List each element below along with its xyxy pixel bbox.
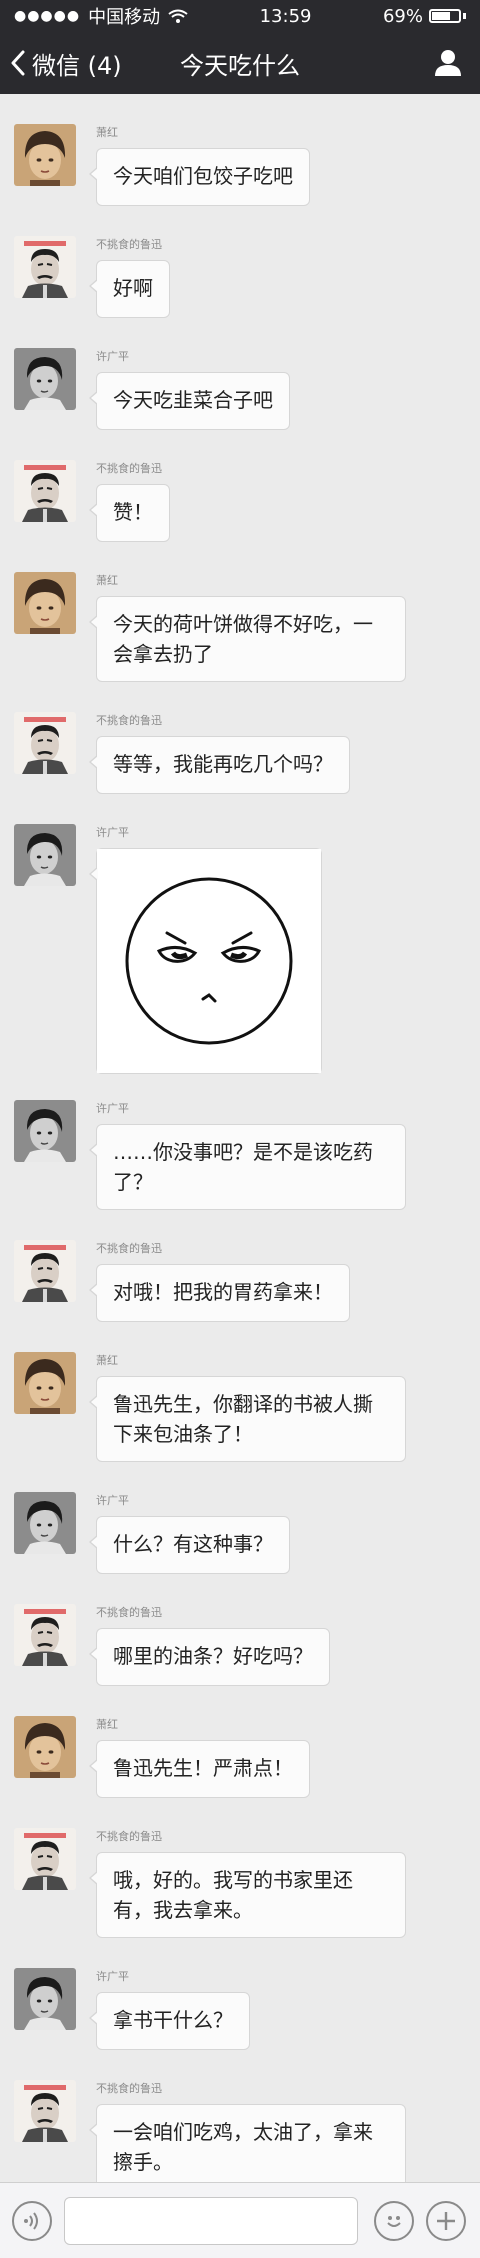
- avatar-xiaohong[interactable]: [14, 572, 76, 634]
- avatar-luxun[interactable]: [14, 2080, 76, 2142]
- sender-name: 不挑食的鲁迅: [96, 238, 162, 251]
- avatar-luxun[interactable]: [14, 236, 76, 298]
- sender-name: 许广平: [96, 350, 129, 363]
- avatar-xiaohong[interactable]: [14, 124, 76, 186]
- message-row: 不挑食的鲁迅 哪里的油条？好吃吗？: [0, 1574, 480, 1686]
- message-bubble[interactable]: 对哦！把我的胃药拿来！: [89, 1264, 350, 1322]
- sender-name: 不挑食的鲁迅: [96, 1830, 162, 1843]
- message-bubble[interactable]: 一会咱们吃鸡，太油了，拿来擦手。: [89, 2104, 406, 2190]
- emoji-button[interactable]: [374, 2201, 414, 2241]
- message-row: 不挑食的鲁迅 好啊: [0, 206, 480, 318]
- sender-name: 不挑食的鲁迅: [96, 1242, 162, 1255]
- message-bubble[interactable]: 什么？有这种事？: [89, 1516, 290, 1574]
- signal-strength-icon: ●●●●●: [14, 8, 81, 24]
- battery-tip: [462, 13, 466, 19]
- message-row: 许广平 拿书干什么？: [0, 1938, 480, 2050]
- avatar-xuguangping[interactable]: [14, 824, 76, 886]
- annoyed-face-sticker: [97, 849, 321, 1073]
- plus-icon: [437, 2212, 455, 2230]
- avatar-xuguangping[interactable]: [14, 1968, 76, 2030]
- nav-bar: 微信 (4) 今天吃什么: [0, 32, 480, 94]
- sender-name: 许广平: [96, 1970, 129, 1983]
- avatar-xuguangping[interactable]: [14, 1492, 76, 1554]
- sender-name: 许广平: [96, 826, 129, 839]
- sender-name: 不挑食的鲁迅: [96, 714, 162, 727]
- message-row: 许广平 ……你没事吧？是不是该吃药了？: [0, 1070, 480, 1210]
- battery-icon: [428, 9, 461, 23]
- avatar-luxun[interactable]: [14, 712, 76, 774]
- carrier-label: 中国移动: [88, 7, 161, 28]
- message-row: 不挑食的鲁迅 对哦！把我的胃药拿来！: [0, 1210, 480, 1322]
- sender-name: 不挑食的鲁迅: [96, 1606, 162, 1619]
- avatar-luxun[interactable]: [14, 460, 76, 522]
- avatar-xiaohong[interactable]: [14, 1352, 76, 1414]
- chevron-left-icon: [11, 50, 25, 76]
- message-row: 许广平: [0, 794, 480, 1074]
- message-row: 萧红 今天咱们包饺子吃吧: [0, 94, 480, 206]
- message-row: 不挑食的鲁迅 等等，我能再吃几个吗？: [0, 682, 480, 794]
- battery-percent: 69%: [382, 5, 423, 27]
- back-button[interactable]: 微信 (4): [0, 46, 122, 81]
- sender-name: 萧红: [96, 1718, 118, 1731]
- voice-icon: [24, 2212, 38, 2230]
- message-bubble[interactable]: 赞！: [89, 484, 170, 542]
- message-row: 不挑食的鲁迅 哦，好的。我写的书家里还有，我去拿来。: [0, 1798, 480, 1938]
- back-label: 微信 (4): [32, 51, 122, 80]
- sender-name: 萧红: [96, 1354, 118, 1367]
- message-bubble[interactable]: 今天的荷叶饼做得不好吃，一会拿去扔了: [89, 596, 406, 682]
- message-bubble[interactable]: 哪里的油条？好吃吗？: [89, 1628, 330, 1686]
- message-row: 萧红 鲁迅先生，你翻译的书被人撕下来包油条了！: [0, 1322, 480, 1462]
- sender-name: 许广平: [96, 1494, 129, 1507]
- clock: 13:59: [259, 5, 312, 27]
- message-bubble[interactable]: ……你没事吧？是不是该吃药了？: [89, 1124, 406, 1210]
- avatar-luxun[interactable]: [14, 1828, 76, 1890]
- emoji-icon: [387, 2216, 401, 2227]
- sender-name: 萧红: [96, 126, 118, 139]
- sticker-bubble[interactable]: [89, 848, 322, 1074]
- wifi-icon: [168, 9, 188, 23]
- message-row: 不挑食的鲁迅 赞！: [0, 430, 480, 542]
- sender-name: 不挑食的鲁迅: [96, 462, 162, 475]
- avatar-luxun[interactable]: [14, 1604, 76, 1666]
- top-bar: ●●●●● 中国移动 13:59 69% 微信 (4) 今天吃什么: [0, 0, 480, 94]
- avatar-xuguangping[interactable]: [14, 348, 76, 410]
- avatar-xuguangping[interactable]: [14, 1100, 76, 1162]
- message-bubble[interactable]: 拿书干什么？: [89, 1992, 250, 2050]
- message-row: 萧红 今天的荷叶饼做得不好吃，一会拿去扔了: [0, 542, 480, 682]
- message-bubble[interactable]: 鲁迅先生！严肃点！: [89, 1740, 310, 1798]
- avatar-luxun[interactable]: [14, 1240, 76, 1302]
- message-bubble[interactable]: 哦，好的。我写的书家里还有，我去拿来。: [89, 1852, 406, 1938]
- status-bar: ●●●●● 中国移动 13:59 69%: [0, 0, 480, 32]
- message-bubble[interactable]: 今天吃韭菜合子吧: [89, 372, 290, 430]
- chat-area[interactable]: 萧红 今天咱们包饺子吃吧 不挑食的鲁迅 好啊 许广平 今天吃韭菜合子吧 不挑食的…: [0, 94, 480, 2190]
- battery-fill: [431, 12, 450, 20]
- message-row: 许广平 什么？有这种事？: [0, 1462, 480, 1574]
- message-bubble[interactable]: 好啊: [89, 260, 170, 318]
- message-bubble[interactable]: 等等，我能再吃几个吗？: [89, 736, 350, 794]
- message-row: 许广平 今天吃韭菜合子吧: [0, 318, 480, 430]
- input-bar: [0, 2182, 480, 2258]
- message-row: 不挑食的鲁迅 一会咱们吃鸡，太油了，拿来擦手。: [0, 2050, 480, 2190]
- message-input[interactable]: [64, 2197, 358, 2245]
- person-icon[interactable]: [434, 48, 462, 76]
- avatar-xiaohong[interactable]: [14, 1716, 76, 1778]
- message-bubble[interactable]: 鲁迅先生，你翻译的书被人撕下来包油条了！: [89, 1376, 406, 1462]
- plus-button[interactable]: [426, 2201, 466, 2241]
- message-row: 萧红 鲁迅先生！严肃点！: [0, 1686, 480, 1798]
- message-bubble[interactable]: 今天咱们包饺子吃吧: [89, 148, 310, 206]
- sender-name: 不挑食的鲁迅: [96, 2082, 162, 2095]
- sender-name: 萧红: [96, 574, 118, 587]
- sender-name: 许广平: [96, 1102, 129, 1115]
- voice-button[interactable]: [12, 2201, 52, 2241]
